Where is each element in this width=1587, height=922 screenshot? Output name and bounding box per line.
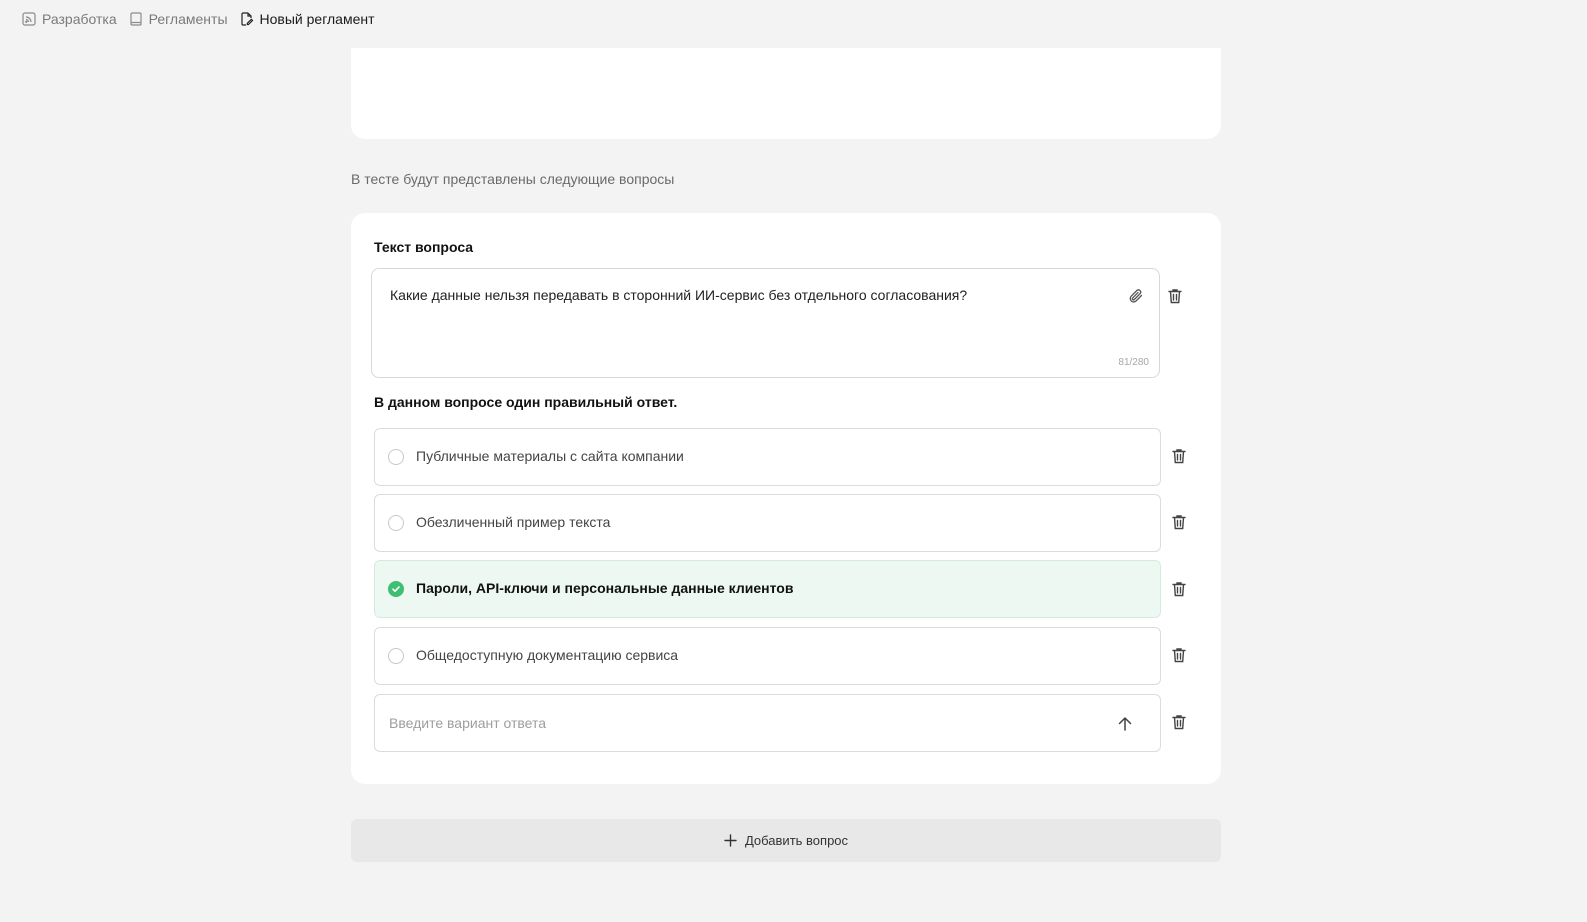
delete-answer-trash-icon[interactable] [1170,713,1188,731]
question-text-field[interactable]: Какие данные нельзя передавать в сторонн… [371,268,1160,378]
feed-icon [22,12,36,26]
breadcrumb-label: Новый регламент [259,11,375,27]
delete-question-trash-icon[interactable] [1166,287,1184,305]
question-text[interactable]: Какие данные нельзя передавать в сторонн… [390,287,967,303]
delete-answer-trash-icon[interactable] [1170,513,1188,531]
add-question-label: Добавить вопрос [744,833,849,848]
answer-radio[interactable] [388,648,404,664]
answer-label: Пароли, API-ключи и персональные данные … [416,580,794,596]
breadcrumb-item-regulations[interactable]: Регламенты [129,11,228,27]
delete-answer-trash-icon[interactable] [1170,447,1188,465]
answer-label: Общедоступную документацию сервиса [416,647,679,663]
delete-answer-trash-icon[interactable] [1170,580,1188,598]
question-card: Текст вопроса Какие данные нельзя переда… [351,213,1221,784]
breadcrumb-label: Разработка [42,11,117,27]
arrow-up-icon[interactable] [1115,714,1135,734]
answer-option-correct[interactable]: Пароли, API-ключи и персональные данные … [374,560,1161,618]
answers-title: В данном вопросе один правильный ответ. [374,394,678,410]
breadcrumb-label: Регламенты [148,11,228,27]
edit-document-icon [240,12,253,26]
new-answer-input[interactable] [389,695,1109,751]
previous-section-card [351,48,1221,139]
breadcrumb-item-new-regulation[interactable]: Новый регламент [240,11,375,27]
answer-option[interactable]: Общедоступную документацию сервиса [374,627,1161,685]
new-answer-field[interactable] [374,694,1161,752]
answer-radio[interactable] [388,515,404,531]
add-question-button[interactable]: Добавить вопрос [351,819,1221,862]
answer-label: Публичные материалы с сайта компании [416,448,684,464]
delete-answer-trash-icon[interactable] [1170,646,1188,664]
plus-icon [724,834,737,847]
question-title: Текст вопроса [374,239,474,255]
character-counter: 81/280 [1118,357,1149,368]
breadcrumb: Разработка Регламенты Новый регламент [22,10,387,28]
book-icon [130,12,142,26]
answer-option[interactable]: Публичные материалы с сайта компании [374,428,1161,486]
answer-label: Обезличенный пример текста [416,514,611,530]
breadcrumb-item-development[interactable]: Разработка [22,11,117,27]
answer-radio-checked[interactable] [388,581,404,597]
paperclip-icon[interactable] [1127,287,1145,305]
questions-section-label: В тесте будут представлены следующие воп… [351,171,675,187]
checkmark-icon [392,586,400,592]
answer-radio[interactable] [388,449,404,465]
answer-option[interactable]: Обезличенный пример текста [374,494,1161,552]
